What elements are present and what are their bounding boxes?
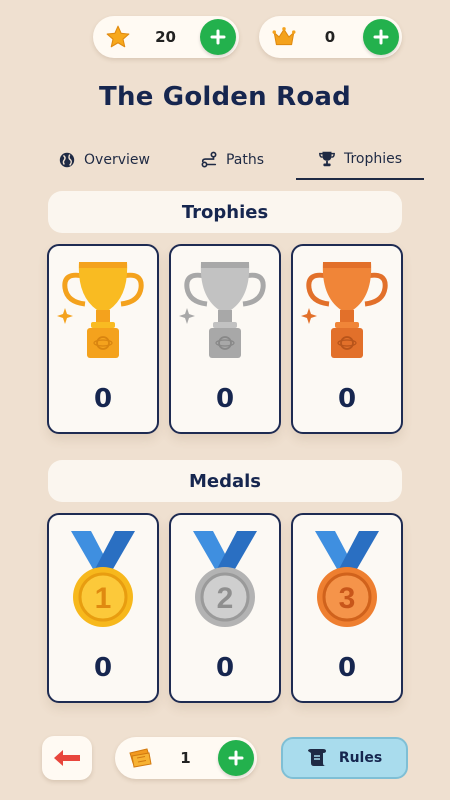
tickets-value: 1 bbox=[180, 749, 191, 767]
medal-card-bronze[interactable]: 3 0 bbox=[291, 513, 403, 703]
star-icon bbox=[106, 25, 130, 48]
crown-icon bbox=[272, 27, 296, 46]
rules-button[interactable]: Rules bbox=[281, 737, 408, 779]
stars-counter: 20 bbox=[93, 16, 239, 58]
medal-card-silver[interactable]: 2 0 bbox=[169, 513, 281, 703]
bronze-medal-count: 0 bbox=[337, 653, 357, 683]
trophy-card-silver[interactable]: 0 bbox=[169, 244, 281, 434]
tab-overview[interactable]: Overview bbox=[40, 140, 168, 180]
trophy-icon bbox=[319, 151, 335, 167]
gold-trophy-count: 0 bbox=[93, 384, 113, 414]
add-crowns-button[interactable] bbox=[363, 19, 399, 55]
gold-medal-number: 1 bbox=[95, 582, 112, 615]
medals-heading: Medals bbox=[48, 460, 402, 502]
tab-overview-label: Overview bbox=[84, 152, 150, 168]
tab-trophies[interactable]: Trophies bbox=[296, 140, 424, 180]
tab-paths[interactable]: Paths bbox=[168, 140, 296, 180]
silver-trophy-icon bbox=[179, 262, 266, 358]
add-stars-button[interactable] bbox=[200, 19, 236, 55]
crowns-counter: 0 bbox=[259, 16, 402, 58]
crowns-value: 0 bbox=[324, 28, 336, 46]
plus-icon bbox=[228, 750, 244, 766]
gold-trophy-icon bbox=[57, 262, 144, 358]
stars-value: 20 bbox=[155, 28, 176, 46]
ticket-icon bbox=[129, 748, 152, 768]
silver-medal-number: 2 bbox=[217, 582, 234, 615]
plus-icon bbox=[210, 29, 226, 45]
medal-card-gold[interactable]: 1 0 bbox=[47, 513, 159, 703]
tab-trophies-label: Trophies bbox=[343, 151, 403, 167]
silver-medal-count: 0 bbox=[215, 653, 235, 683]
scroll-icon bbox=[307, 749, 326, 766]
trophies-heading: Trophies bbox=[48, 191, 402, 233]
bronze-trophy-icon bbox=[301, 262, 388, 358]
tab-bar: Overview Paths Trophies bbox=[40, 140, 424, 180]
trophy-card-gold[interactable]: 0 bbox=[47, 244, 159, 434]
silver-trophy-count: 0 bbox=[215, 384, 235, 414]
gold-medal-count: 0 bbox=[93, 653, 113, 683]
tab-paths-label: Paths bbox=[225, 152, 265, 168]
back-button[interactable] bbox=[42, 736, 92, 780]
bronze-trophy-count: 0 bbox=[337, 384, 357, 414]
bronze-medal-number: 3 bbox=[339, 582, 356, 615]
plus-icon bbox=[373, 29, 389, 45]
tickets-counter: 1 bbox=[115, 737, 257, 779]
arrow-left-icon bbox=[54, 750, 80, 766]
bronze-medal-icon: 3 bbox=[315, 531, 379, 627]
silver-medal-icon: 2 bbox=[193, 531, 257, 627]
add-tickets-button[interactable] bbox=[218, 740, 254, 776]
gold-medal-icon: 1 bbox=[71, 531, 135, 627]
globe-icon bbox=[59, 152, 75, 168]
trophy-card-bronze[interactable]: 0 bbox=[291, 244, 403, 434]
path-icon bbox=[201, 151, 217, 168]
rules-label: Rules bbox=[338, 750, 383, 766]
page-title: The Golden Road bbox=[99, 82, 351, 112]
